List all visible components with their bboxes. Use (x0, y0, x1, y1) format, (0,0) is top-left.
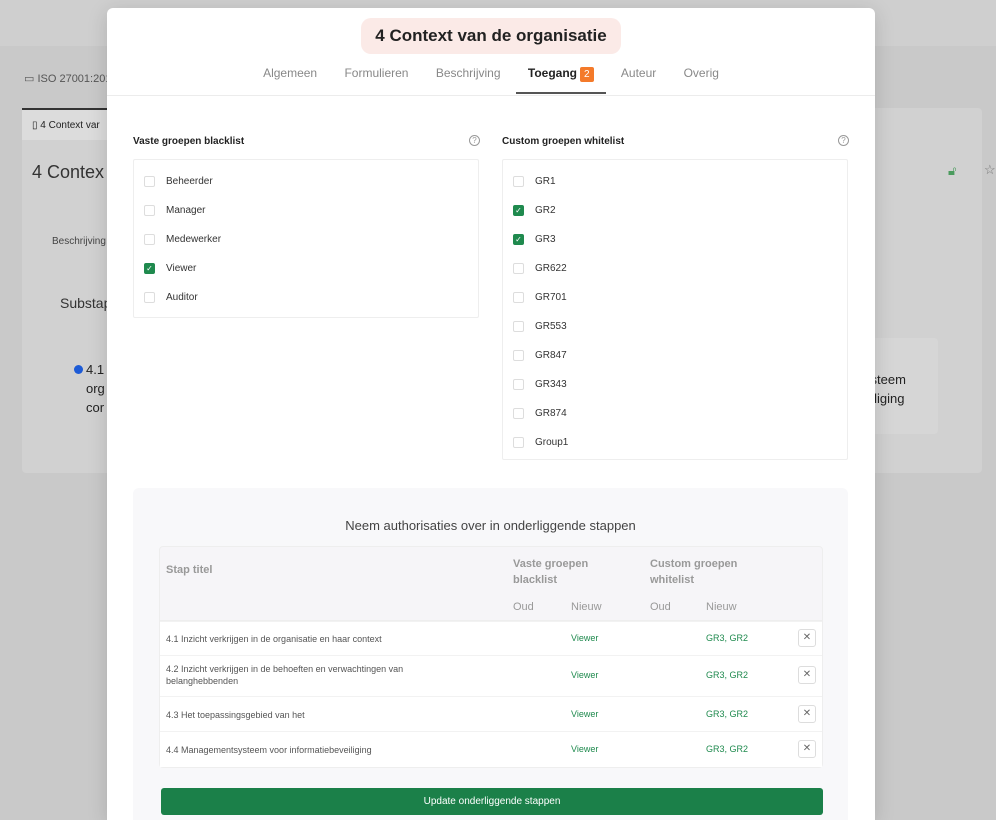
help-icon[interactable]: ? (838, 135, 849, 146)
checkbox-checked[interactable]: ✓ (144, 263, 155, 274)
modal-tabs: Algemeen Formulieren Beschrijving Toegan… (107, 66, 875, 96)
tab-auteur[interactable]: Auteur (621, 66, 656, 91)
header-wl-new: Nieuw (706, 601, 737, 613)
help-icon[interactable]: ? (469, 135, 480, 146)
row-bl-new: Viewer (571, 670, 599, 680)
table-row: 4.4 Managementsysteem voor informatiebev… (160, 731, 822, 767)
blacklist-heading: Vaste groepen blacklist (133, 136, 245, 147)
folder-icon: ▭ (24, 73, 38, 85)
breadcrumb[interactable]: ▭ ISO 27001:201 (24, 72, 111, 85)
checkbox[interactable] (513, 292, 524, 303)
header-blacklist: Vaste groepen blacklist (513, 558, 589, 586)
row-wl-new: GR3, GR2 (706, 744, 749, 754)
background-page-title: 4 Contex (32, 162, 105, 182)
whitelist-item[interactable]: GR874 (503, 399, 847, 428)
blacklist-item[interactable]: Auditor (134, 283, 478, 312)
header-whitelist: Custom groepen whitelist (650, 558, 738, 586)
blacklist-item[interactable]: Manager (134, 196, 478, 225)
checkbox[interactable] (513, 437, 524, 448)
whitelist-item[interactable]: ✓ GR3 (503, 225, 847, 254)
modal-title: 4 Context van de organisatie (361, 18, 621, 54)
tab-badge: 2 (579, 67, 594, 82)
star-icon[interactable]: ☆ (984, 162, 996, 178)
header-step-title: Stap titel (166, 564, 213, 576)
update-substeps-button[interactable]: Update onderliggende stappen (161, 788, 823, 815)
whitelist-item[interactable]: GR1 (503, 167, 847, 196)
checkbox[interactable] (513, 350, 524, 361)
tab-toegang[interactable]: Toegang 2 (515, 66, 606, 94)
table-subheader: Oud Nieuw Oud Nieuw (160, 595, 822, 621)
remove-row-button[interactable]: ✕ (798, 740, 816, 758)
whitelist-item[interactable]: GR622 (503, 254, 847, 283)
checkbox[interactable] (144, 176, 155, 187)
whitelist-item[interactable]: GR847 (503, 341, 847, 370)
checkbox[interactable] (513, 379, 524, 390)
tab-beschrijving[interactable]: Beschrijving (436, 66, 501, 91)
blacklist-list: Beheerder Manager Medewerker ✓ Viewer Aud… (133, 159, 479, 318)
checkbox-checked[interactable]: ✓ (513, 205, 524, 216)
checkbox[interactable] (144, 205, 155, 216)
status-dot-icon (74, 365, 83, 374)
remove-row-button[interactable]: ✕ (798, 666, 816, 684)
table-row: 4.3 Het toepassingsgebied van het Viewer… (160, 696, 822, 731)
checkbox[interactable] (513, 321, 524, 332)
whitelist-item[interactable]: GR343 (503, 370, 847, 399)
whitelist-item[interactable]: GR553 (503, 312, 847, 341)
whitelist-heading: Custom groepen whitelist (502, 136, 625, 147)
lock-icon[interactable]: 🔓︎ (948, 163, 956, 179)
tab-overig[interactable]: Overig (684, 66, 719, 91)
background-substeps-label: Substap (60, 295, 112, 311)
table-row: 4.1 Inzicht verkrijgen in de organisatie… (160, 621, 822, 655)
row-bl-new: Viewer (571, 744, 599, 754)
table-header: Stap titel Vaste groepen blacklist Custo… (160, 547, 822, 595)
row-title: 4.1 Inzicht verkrijgen in de organisatie… (166, 634, 382, 644)
row-title: 4.2 Inzicht verkrijgen in de behoeften e… (166, 664, 404, 686)
whitelist-item[interactable]: ✓ GR2 (503, 196, 847, 225)
row-wl-new: GR3, GR2 (706, 633, 749, 643)
remove-row-button[interactable]: ✕ (798, 705, 816, 723)
blacklist-item[interactable]: Beheerder (134, 167, 478, 196)
whitelist-item[interactable]: GR701 (503, 283, 847, 312)
tab-algemeen[interactable]: Algemeen (263, 66, 317, 91)
row-title: 4.3 Het toepassingsgebied van het (166, 710, 305, 720)
row-wl-new: GR3, GR2 (706, 670, 749, 680)
checkbox[interactable] (144, 234, 155, 245)
checkbox[interactable] (513, 263, 524, 274)
remove-row-button[interactable]: ✕ (798, 629, 816, 647)
checkbox[interactable] (144, 292, 155, 303)
row-title: 4.4 Managementsysteem voor informatiebev… (166, 745, 372, 755)
header-bl-old: Oud (513, 601, 534, 613)
row-bl-new: Viewer (571, 709, 599, 719)
background-desc-label: Beschrijving (52, 236, 106, 247)
header-wl-old: Oud (650, 601, 671, 613)
checkbox[interactable] (513, 176, 524, 187)
tab-formulieren[interactable]: Formulieren (344, 66, 408, 91)
access-modal: 4 Context van de organisatie Algemeen Fo… (107, 8, 875, 820)
propagation-panel: Neem authorisaties over in onderliggende… (133, 488, 848, 820)
table-row: 4.2 Inzicht verkrijgen in de behoeften e… (160, 655, 822, 696)
background-step: 4.1 org cor (74, 360, 105, 417)
whitelist-item[interactable]: Group1 (503, 428, 847, 457)
checkbox-checked[interactable]: ✓ (513, 234, 524, 245)
propagation-table: Stap titel Vaste groepen blacklist Custo… (159, 546, 823, 768)
checkbox[interactable] (513, 408, 524, 419)
whitelist-list: GR1 ✓ GR2 ✓ GR3 GR622 GR701 GR553 GR847 GR… (502, 159, 848, 460)
propagation-title: Neem authorisaties over in onderliggende… (345, 518, 636, 533)
blacklist-item[interactable]: Medewerker (134, 225, 478, 254)
row-bl-new: Viewer (571, 633, 599, 643)
row-wl-new: GR3, GR2 (706, 709, 749, 719)
blacklist-item[interactable]: ✓ Viewer (134, 254, 478, 283)
header-bl-new: Nieuw (571, 601, 602, 613)
